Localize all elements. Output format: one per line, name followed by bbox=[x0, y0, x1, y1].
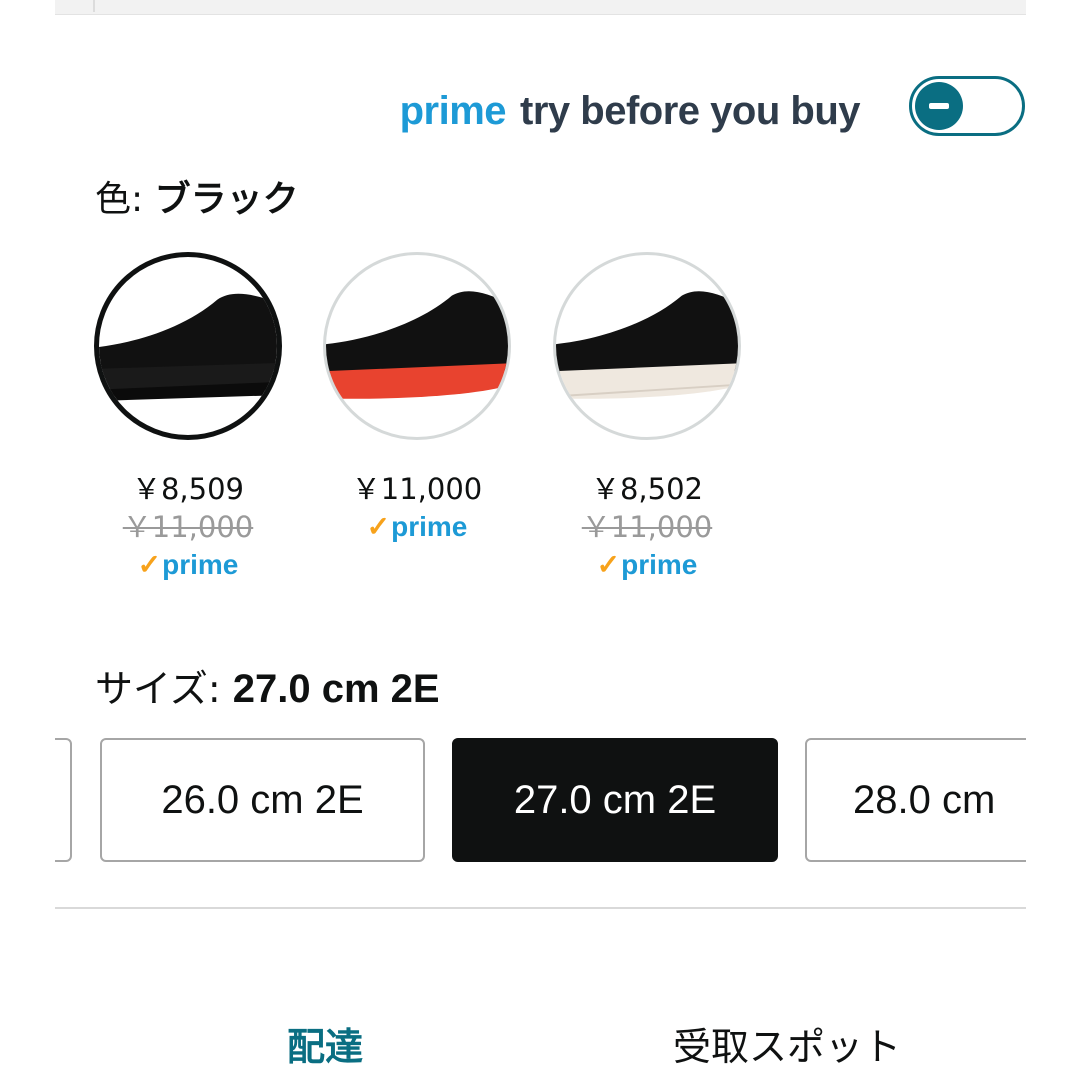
prime-try-before-you-buy: prime try before you buy bbox=[399, 86, 861, 136]
shoe-red-sole-icon bbox=[326, 291, 508, 399]
shoe-image bbox=[553, 252, 741, 440]
top-panel-divider bbox=[93, 0, 95, 12]
prime-badge: ✓prime bbox=[597, 546, 698, 584]
top-panel-edge bbox=[55, 0, 1026, 15]
color-selected-value: ブラック bbox=[154, 179, 299, 220]
color-swatch-red-sole[interactable] bbox=[323, 252, 511, 440]
section-divider bbox=[55, 907, 1026, 909]
size-carousel[interactable]: 26.0 cm 2E 27.0 cm 2E 28.0 cm bbox=[55, 736, 1026, 866]
prime-badge-text: prime bbox=[391, 511, 468, 542]
shoe-image bbox=[323, 252, 511, 440]
tab-delivery[interactable]: 配達 bbox=[287, 1016, 363, 1071]
prime-badge-text: prime bbox=[162, 549, 239, 580]
size-option-28[interactable]: 28.0 cm bbox=[805, 738, 1026, 862]
color-label: 色: ブラック bbox=[95, 170, 299, 222]
prime-check-icon: ✓ bbox=[366, 511, 391, 542]
prime-badge: ✓prime bbox=[367, 508, 468, 546]
tab-pickup-spot[interactable]: 受取スポット bbox=[673, 1016, 901, 1071]
prime-check-icon: ✓ bbox=[137, 549, 162, 580]
prime-check-icon: ✓ bbox=[596, 549, 621, 580]
size-option-partial-left[interactable] bbox=[55, 738, 72, 862]
try-before-you-buy-label: try before you buy bbox=[520, 88, 860, 133]
color-swatch-black[interactable] bbox=[94, 252, 282, 440]
prime-badge-text: prime bbox=[621, 549, 698, 580]
color-swatch-white-sole[interactable] bbox=[553, 252, 741, 440]
size-label: サイズ: 27.0 cm 2E bbox=[95, 658, 440, 713]
size-label-prefix: サイズ: bbox=[95, 667, 233, 711]
size-option-26[interactable]: 26.0 cm 2E bbox=[100, 738, 425, 862]
swatch-price: ￥8,502 bbox=[590, 472, 704, 506]
shoe-white-sole-icon bbox=[556, 291, 738, 399]
try-before-you-buy-toggle[interactable] bbox=[909, 76, 1025, 136]
shoe-black-sole-icon bbox=[99, 293, 277, 401]
swatch-price-block: ￥11,000 ✓prime bbox=[323, 470, 511, 546]
size-selected-value: 27.0 cm 2E bbox=[232, 667, 440, 711]
swatch-list-price: ￥11,000 bbox=[581, 510, 713, 544]
toggle-minus-icon bbox=[915, 82, 963, 130]
swatch-list-price: ￥11,000 bbox=[122, 510, 254, 544]
color-label-prefix: 色: bbox=[95, 179, 155, 220]
swatch-price-block: ￥8,509 ￥11,000 ✓prime bbox=[94, 470, 282, 584]
prime-logo-text: prime bbox=[399, 88, 507, 133]
size-option-27[interactable]: 27.0 cm 2E bbox=[452, 738, 778, 862]
prime-badge: ✓prime bbox=[138, 546, 239, 584]
shoe-image bbox=[94, 252, 282, 440]
swatch-price: ￥8,509 bbox=[131, 472, 245, 506]
swatch-price-block: ￥8,502 ￥11,000 ✓prime bbox=[553, 470, 741, 584]
swatch-price: ￥11,000 bbox=[351, 472, 483, 506]
